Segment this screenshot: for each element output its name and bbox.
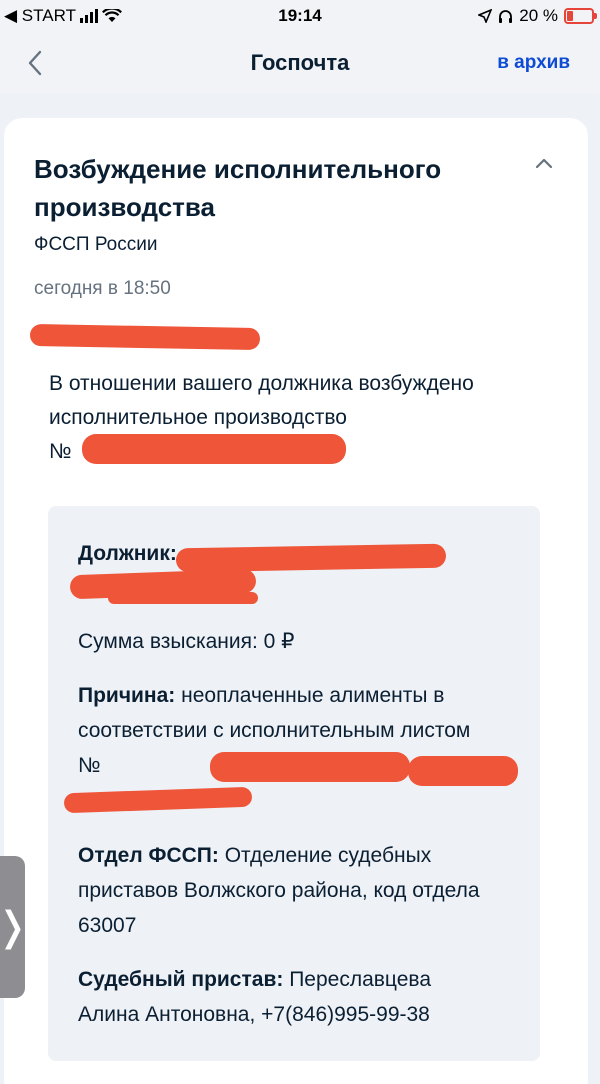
bailiff-field: Судебный пристав: Переславцева Алина Ант… (78, 962, 498, 1032)
debtor-label: Должник: (78, 542, 177, 565)
redaction-mark (210, 752, 410, 782)
department-label: Отдел ФССП: (78, 844, 219, 867)
battery-percent: 20 % (519, 6, 558, 25)
reason-label: Причина: (78, 684, 176, 707)
archive-button[interactable]: в архив (497, 52, 570, 74)
redaction-mark (408, 756, 518, 786)
details-panel: Должник: Сумма взыскания: 0 ₽ Причина: н… (48, 506, 540, 1061)
sum-field: Сумма взыскания: 0 ₽ (78, 624, 518, 659)
system-indicators: 20 % (478, 6, 597, 26)
navigation-bar: Госпочта в архив (0, 34, 600, 94)
message-card: Возбуждение исполнительного производства… (4, 118, 588, 1084)
sum-label: Сумма взыскания: (78, 630, 258, 653)
department-field: Отдел ФССП: Отделение судебных приставов… (78, 838, 498, 943)
redaction-mark (63, 786, 253, 814)
sum-value: 0 ₽ (263, 630, 295, 653)
sender-name: ФССП России (34, 234, 158, 255)
headphones-icon (499, 9, 513, 23)
message-title: Возбуждение исполнительного производства (34, 154, 442, 222)
battery-icon (564, 8, 597, 24)
message-timestamp: сегодня в 18:50 (34, 278, 171, 299)
redaction-mark (82, 434, 346, 464)
side-handle-button[interactable]: ❭ (0, 856, 29, 998)
message-line: исполнительное производство (49, 406, 347, 429)
location-icon (478, 9, 493, 23)
redaction-mark (175, 543, 447, 573)
chevron-right-icon: ❭ (0, 904, 29, 950)
redaction-mark (108, 592, 258, 604)
bailiff-label: Судебный пристав: (78, 968, 284, 991)
redaction-mark (29, 323, 261, 351)
message-line: В отношении вашего должника возбуждено (49, 372, 474, 395)
case-number-prefix: № (49, 440, 72, 463)
status-bar: ◀ START 19:14 20 % (0, 0, 600, 34)
chevron-up-icon[interactable] (534, 156, 554, 170)
